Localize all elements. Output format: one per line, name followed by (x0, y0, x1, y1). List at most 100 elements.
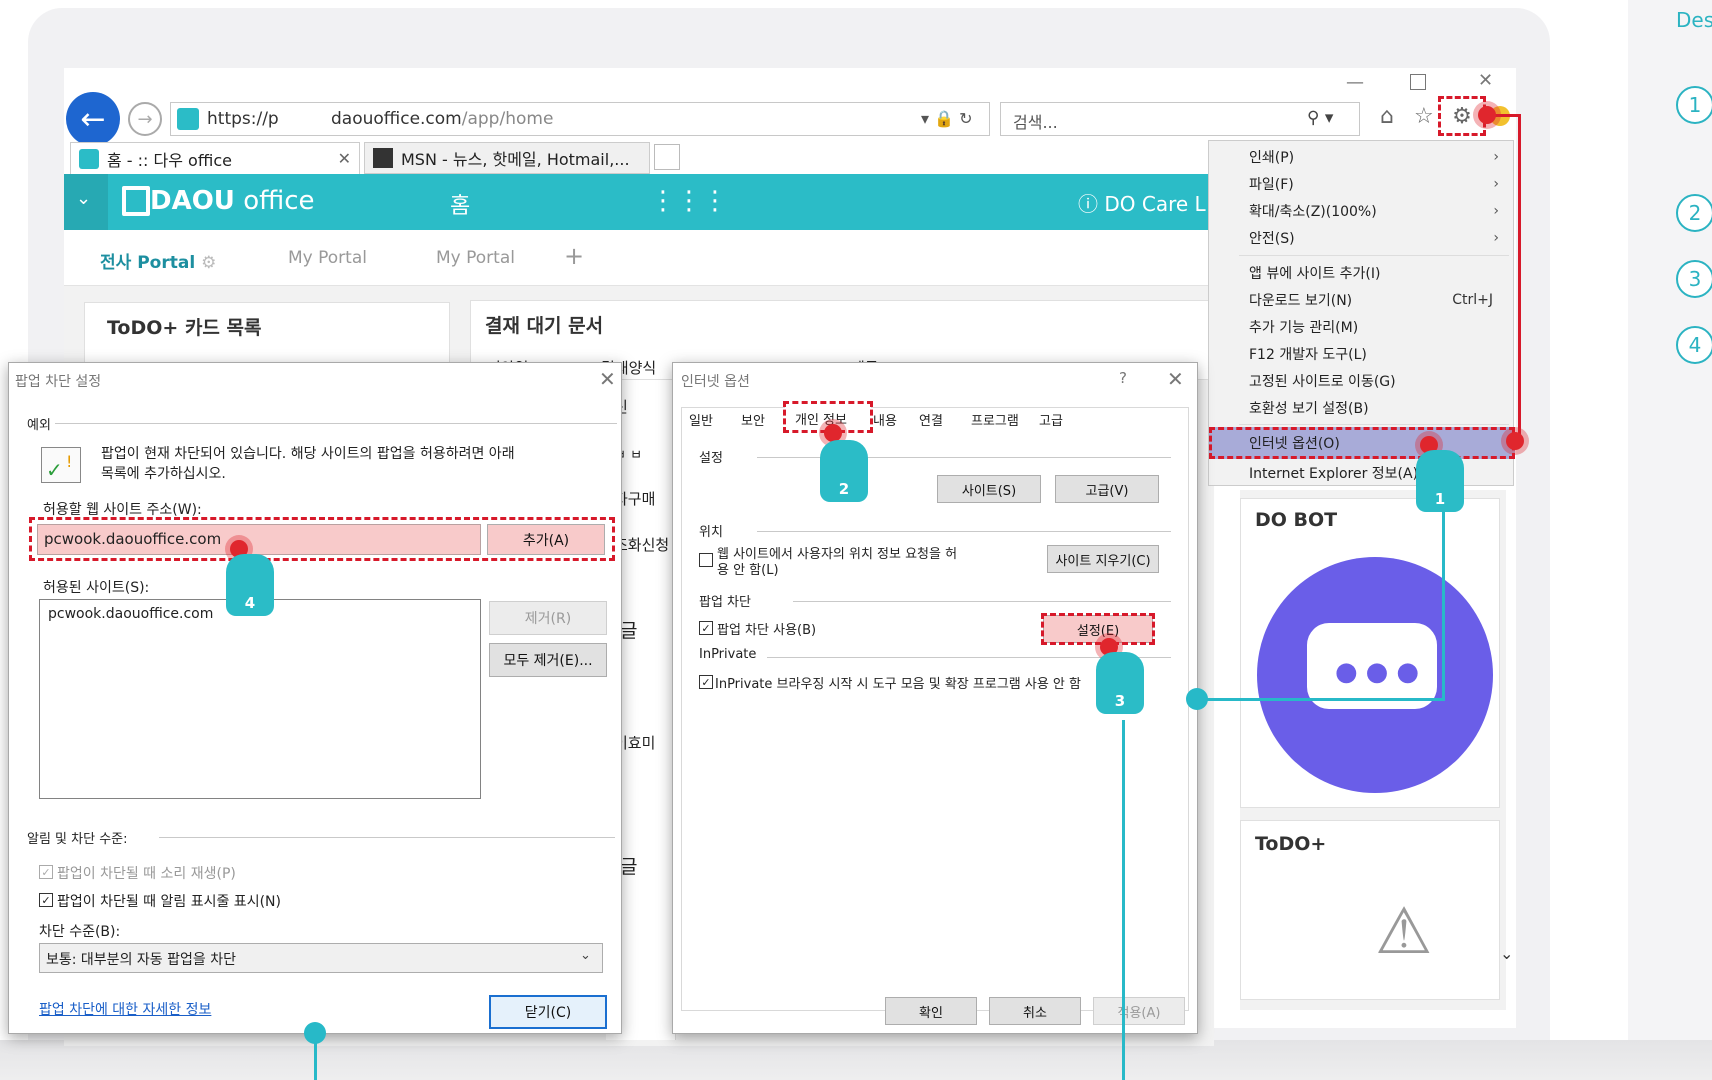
chevron-down-icon: ⌄ (76, 188, 92, 209)
help-circle-icon: ⓘ (1078, 192, 1105, 216)
connector-line (1442, 510, 1445, 700)
card-title: ToDO+ (1255, 833, 1327, 855)
chat-bubble-icon[interactable]: ●●● (1257, 557, 1493, 793)
portal-tabs: 전사 Portal ⚙ My Portal My Portal + (64, 230, 1214, 286)
level-value: 보통: 대부분의 자동 팝업을 차단 (46, 952, 236, 968)
tab-general[interactable]: 일반 (689, 410, 713, 429)
ok-button[interactable]: 확인 (885, 997, 977, 1025)
favorites-star-icon[interactable]: ☆ (1414, 104, 1434, 129)
tab-connections[interactable]: 연결 (919, 410, 943, 429)
sites-button[interactable]: 사이트(S) (937, 475, 1041, 503)
laptop-base (0, 1040, 1712, 1080)
menu-toggle[interactable]: ⌄ (64, 174, 108, 230)
daou-favicon-icon (79, 148, 99, 169)
close-window-icon[interactable]: ✕ (1478, 70, 1493, 91)
fragment-text: 조화신청 (614, 536, 670, 554)
step-4-marker: 4 (1676, 326, 1712, 364)
menu-item-add-site-app-view[interactable]: 앱 뷰에 사이트 추가(I) (1209, 259, 1515, 286)
apply-button[interactable]: 적용(A) (1093, 997, 1185, 1025)
menu-item-dev-tools[interactable]: F12 개발자 도구(L) (1209, 340, 1515, 367)
menu-item-safety[interactable]: 안전(S) › (1209, 224, 1515, 251)
maximize-icon[interactable] (1410, 74, 1426, 90)
add-portal-icon[interactable]: + (564, 242, 584, 270)
search-box[interactable]: 검색... ⚲ ▾ (1000, 102, 1360, 136)
tab-my-portal-1[interactable]: My Portal (288, 248, 367, 268)
apps-grid-icon[interactable]: ⋮⋮⋮ (650, 186, 728, 216)
menu-item-file[interactable]: 파일(F) › (1209, 170, 1515, 197)
level-select[interactable]: 보통: 대부분의 자동 팝업을 차단 ⌄ (39, 943, 603, 973)
minimize-icon[interactable]: — (1346, 72, 1364, 93)
menu-separator (1239, 424, 1509, 425)
menu-item-about-ie[interactable]: Internet Explorer 정보(A) (1209, 459, 1515, 486)
dialog-title: 인터넷 옵션 (681, 374, 750, 390)
menu-item-downloads[interactable]: 다운로드 보기(N) Ctrl+J (1209, 286, 1515, 313)
info-text: 팝업이 현재 차단되어 있습니다. 해당 사이트의 팝업을 허용하려면 아래 (101, 446, 515, 462)
inprivate-checkbox[interactable]: ✓ (699, 675, 713, 689)
popup-blocker-checkbox[interactable]: ✓ (699, 621, 713, 635)
tab-my-portal-2[interactable]: My Portal (436, 248, 515, 268)
menu-item-compat-view[interactable]: 호환성 보기 설정(B) (1209, 394, 1515, 421)
connector-line (1198, 698, 1445, 701)
search-icon[interactable]: ⚲ ▾ (1307, 108, 1333, 128)
more-info-link[interactable]: 팝업 차단에 대한 자세한 정보 (39, 999, 211, 1019)
tab-company-portal[interactable]: 전사 Portal ⚙ (100, 248, 216, 273)
msn-favicon-icon (373, 148, 393, 168)
close-icon[interactable]: ✕ (1167, 367, 1184, 391)
location-checkbox[interactable] (699, 553, 713, 567)
menu-item-print[interactable]: 인쇄(P) › (1209, 143, 1515, 170)
tab-security[interactable]: 보안 (741, 410, 765, 429)
close-tab-icon[interactable]: ✕ (338, 149, 351, 168)
tab-daou-office[interactable]: 홈 - :: 다우 office ✕ (70, 142, 360, 174)
popup-info-icon: ✓! (41, 447, 81, 483)
dropdown-lock-refresh-icon[interactable]: ▾ 🔒 ↻ (921, 109, 973, 128)
tab-programs[interactable]: 프로그램 (971, 410, 1019, 429)
cancel-button[interactable]: 취소 (989, 997, 1081, 1025)
sound-label: 팝업이 차단될 때 소리 재생(P) (57, 866, 236, 882)
tools-menu: 인쇄(P) › 파일(F) › 확대/축소(Z)(100%) › 안전(S) › 앱 뷰… (1208, 140, 1515, 486)
group-line (49, 423, 617, 424)
remove-all-button[interactable]: 모두 제거(E)... (489, 643, 607, 677)
menu-item-internet-options[interactable]: 인터넷 옵션(O) (1209, 427, 1515, 459)
app-logo[interactable]: DAOU office (150, 186, 315, 216)
fragment-text: 글 (620, 620, 638, 642)
fragment-text: 글 (620, 856, 638, 878)
add-button[interactable]: 추가(A) (487, 524, 605, 555)
tab-advanced[interactable]: 고급 (1039, 410, 1063, 429)
privacy-advanced-button[interactable]: 고급(V) (1055, 475, 1159, 503)
menu-item-pinned-sites[interactable]: 고정된 사이트로 이동(G) (1209, 367, 1515, 394)
card-title: DO BOT (1255, 509, 1338, 531)
notify-bar-checkbox[interactable]: ✓ (39, 893, 53, 907)
menu-separator (1239, 255, 1509, 256)
back-button[interactable]: ← (66, 92, 120, 146)
card-title: 결재 대기 문서 (485, 315, 604, 337)
popup-settings-button[interactable]: 설정(E) (1041, 613, 1155, 645)
home-icon[interactable]: ⌂ (1380, 104, 1394, 129)
menu-item-manage-addons[interactable]: 추가 기능 관리(M) (1209, 313, 1515, 340)
remove-button[interactable]: 제거(R) (489, 601, 607, 635)
clear-sites-button[interactable]: 사이트 지우기(C) (1047, 545, 1159, 573)
address-input[interactable]: pcwook.daouoffice.com (37, 524, 481, 555)
docare-link[interactable]: ⓘ DO Care L (1078, 188, 1206, 217)
tab-content[interactable]: 내용 (873, 410, 897, 429)
tab-title: 홈 - :: 다우 office (107, 150, 232, 170)
help-button[interactable]: ? (1119, 369, 1127, 387)
popup-group-label: 팝업 차단 (699, 595, 751, 610)
close-icon[interactable]: ✕ (599, 367, 616, 391)
tab-msn[interactable]: MSN - 뉴스, 핫메일, Hotmail,... (364, 142, 650, 174)
address-bar[interactable]: https://p daouoffice.com/app/home ▾ 🔒 ↻ (170, 102, 990, 136)
new-tab-icon[interactable] (654, 144, 680, 170)
list-item[interactable]: pcwook.daouoffice.com (48, 606, 213, 622)
dialog-title: 팝업 차단 설정 (15, 374, 102, 390)
chevron-down-icon[interactable]: ⌄ (1500, 944, 1513, 963)
address-label: 허용할 웹 사이트 주소(W): (43, 502, 202, 518)
menu-item-zoom[interactable]: 확대/축소(Z)(100%) › (1209, 197, 1515, 224)
home-nav[interactable]: 홈 (450, 188, 470, 220)
allowed-sites-list[interactable]: pcwook.daouoffice.com (39, 599, 481, 799)
popup-blocker-label: 팝업 차단 사용(B) (717, 623, 817, 638)
gear-icon[interactable]: ⚙ (201, 253, 216, 273)
sound-checkbox[interactable]: ✓ (39, 865, 53, 879)
close-button[interactable]: 닫기(C) (489, 995, 607, 1029)
callout-dot (1186, 688, 1208, 710)
forward-button[interactable]: → (128, 102, 162, 136)
arrow-right-icon: → (137, 108, 153, 130)
